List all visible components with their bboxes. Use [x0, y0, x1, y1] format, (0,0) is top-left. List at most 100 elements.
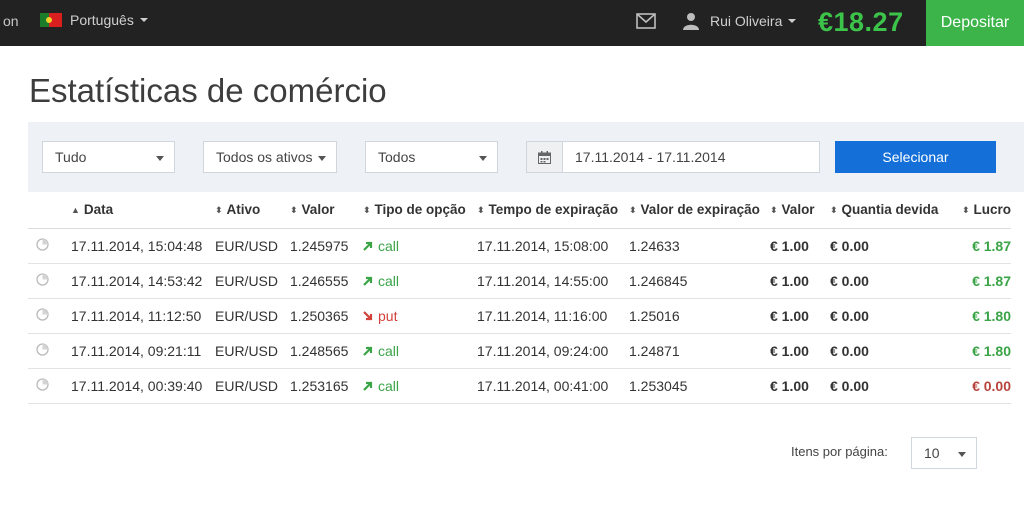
- header-valor-expiracao[interactable]: ⬍ Valor de expiração: [629, 192, 770, 229]
- type-filter-value: Tudo: [55, 149, 87, 165]
- direction-label: call: [378, 237, 400, 254]
- cell-tipo: call: [363, 228, 477, 264]
- arrow-up-right-icon: [363, 238, 378, 254]
- cell-valor-2: € 1.00: [770, 368, 830, 404]
- table-row[interactable]: 17.11.2014, 11:12:50 EUR/USD 1.250365 put 17…: [28, 298, 1011, 334]
- header-label: Valor: [781, 202, 815, 218]
- cell-tipo: call: [363, 368, 477, 404]
- direction: call: [363, 273, 399, 289]
- cell-ativo: EUR/USD: [215, 368, 290, 404]
- row-clock-cell: [28, 368, 71, 404]
- cell-ativo: EUR/USD: [215, 298, 290, 334]
- nav-link-partial[interactable]: on: [3, 13, 19, 29]
- user-icon: [683, 13, 699, 30]
- language-label: Português: [70, 12, 134, 28]
- direction: put: [363, 308, 397, 324]
- cell-quantia: € 0.00: [830, 298, 950, 334]
- header-label: Valor de expiração: [640, 202, 760, 218]
- cell-quantia: € 0.00: [830, 263, 950, 299]
- cell-lucro: € 1.87: [950, 228, 1011, 264]
- cell-ativo: EUR/USD: [215, 333, 290, 369]
- cell-tempo: 17.11.2014, 14:55:00: [477, 263, 629, 299]
- direction-filter-dropdown[interactable]: Todos: [365, 141, 498, 173]
- table-row[interactable]: 17.11.2014, 09:21:11 EUR/USD 1.248565 call 1…: [28, 333, 1011, 369]
- cell-tipo: put: [363, 298, 477, 334]
- asset-filter-dropdown[interactable]: Todos os ativos: [203, 141, 337, 173]
- deposit-button[interactable]: Depositar: [926, 0, 1024, 46]
- header-label: Quantia devida: [841, 202, 939, 218]
- cell-data: 17.11.2014, 09:21:11: [71, 333, 215, 369]
- select-button[interactable]: Selecionar: [835, 141, 996, 173]
- cell-valor-expiracao: 1.246845: [629, 263, 770, 299]
- table-row[interactable]: 17.11.2014, 00:39:40 EUR/USD 1.253165 call 1…: [28, 368, 1011, 404]
- arrow-up-right-icon: [363, 378, 378, 394]
- mail-icon[interactable]: [636, 13, 656, 29]
- table-row[interactable]: 17.11.2014, 14:53:42 EUR/USD 1.246555 call 1…: [28, 263, 1011, 299]
- language-selector[interactable]: Português: [40, 12, 148, 28]
- cell-valor-expiracao: 1.25016: [629, 298, 770, 334]
- direction: call: [363, 343, 399, 359]
- calendar-icon[interactable]: [527, 142, 563, 172]
- sort-icon: ⬍: [290, 205, 298, 216]
- header-lucro[interactable]: ⬍ Lucro: [950, 192, 1011, 229]
- chevron-down-icon: [479, 156, 487, 161]
- row-clock-cell: [28, 263, 71, 299]
- cell-ativo: EUR/USD: [215, 263, 290, 299]
- sort-icon: ⬍: [961, 205, 970, 216]
- sort-asc-icon: ▲: [71, 205, 80, 216]
- cell-valor: 1.245975: [290, 228, 363, 264]
- cell-valor-expiracao: 1.253045: [629, 368, 770, 404]
- cell-tipo: call: [363, 263, 477, 299]
- direction: call: [363, 238, 399, 254]
- date-range-input[interactable]: [563, 142, 819, 172]
- cell-valor-expiracao: 1.24633: [629, 228, 770, 264]
- user-menu[interactable]: Rui Oliveira: [683, 12, 797, 30]
- top-bar: on Português Rui Oliveira €18.27 Deposit…: [0, 0, 1024, 46]
- cell-data: 17.11.2014, 15:04:48: [71, 228, 215, 264]
- type-filter-dropdown[interactable]: Tudo: [42, 141, 175, 173]
- table-header-row: ▲ Data ⬍ Ativo ⬍ Valor ⬍ Tipo de opção ⬍ Temp…: [28, 192, 1011, 229]
- portugal-flag-icon: [40, 13, 62, 27]
- chevron-down-icon: [788, 19, 797, 23]
- header-tipo[interactable]: ⬍ Tipo de opção: [363, 192, 477, 229]
- header-ativo[interactable]: ⬍ Ativo: [215, 192, 290, 229]
- cell-quantia: € 0.00: [830, 368, 950, 404]
- cell-valor-2: € 1.00: [770, 228, 830, 264]
- trade-stats-table: ▲ Data ⬍ Ativo ⬍ Valor ⬍ Tipo de opção ⬍ Temp…: [28, 192, 1024, 404]
- header-label: Tempo de expiração: [488, 202, 619, 218]
- header-data[interactable]: ▲ Data: [71, 192, 215, 229]
- cell-lucro: € 1.87: [950, 263, 1011, 299]
- header-valor-2[interactable]: ⬍ Valor: [770, 192, 830, 229]
- cell-ativo: EUR/USD: [215, 228, 290, 264]
- clock-icon: [36, 238, 49, 254]
- direction-label: call: [378, 272, 400, 289]
- user-name: Rui Oliveira: [710, 13, 783, 29]
- direction-label: call: [378, 377, 400, 394]
- chevron-down-icon: [958, 452, 966, 457]
- chevron-down-icon: [318, 156, 326, 161]
- sort-icon: ⬍: [477, 205, 485, 216]
- items-per-page-value: 10: [924, 445, 940, 461]
- sort-icon: ⬍: [830, 205, 838, 216]
- asset-filter-value: Todos os ativos: [216, 149, 313, 165]
- row-clock-cell: [28, 298, 71, 334]
- cell-valor: 1.248565: [290, 333, 363, 369]
- cell-quantia: € 0.00: [830, 333, 950, 369]
- header-quantia[interactable]: ⬍ Quantia devida: [830, 192, 950, 229]
- header-valor[interactable]: ⬍ Valor: [290, 192, 363, 229]
- sort-icon: ⬍: [363, 205, 371, 216]
- cell-data: 17.11.2014, 14:53:42: [71, 263, 215, 299]
- cell-tempo: 17.11.2014, 00:41:00: [477, 368, 629, 404]
- table-row[interactable]: 17.11.2014, 15:04:48 EUR/USD 1.245975 call 1…: [28, 228, 1011, 264]
- header-label: Tipo de opção: [374, 202, 466, 218]
- direction-filter-value: Todos: [378, 149, 416, 165]
- header-label: Ativo: [226, 202, 261, 218]
- cell-lucro: € 1.80: [950, 298, 1011, 334]
- filter-bar: Tudo Todos os ativos Todos Selecionar: [28, 122, 1024, 192]
- cell-valor-2: € 1.00: [770, 263, 830, 299]
- direction-label: call: [378, 342, 400, 359]
- clock-icon: [36, 378, 49, 394]
- header-label: Data: [83, 202, 114, 218]
- items-per-page-dropdown[interactable]: 10: [911, 437, 977, 469]
- header-tempo[interactable]: ⬍ Tempo de expiração: [477, 192, 629, 229]
